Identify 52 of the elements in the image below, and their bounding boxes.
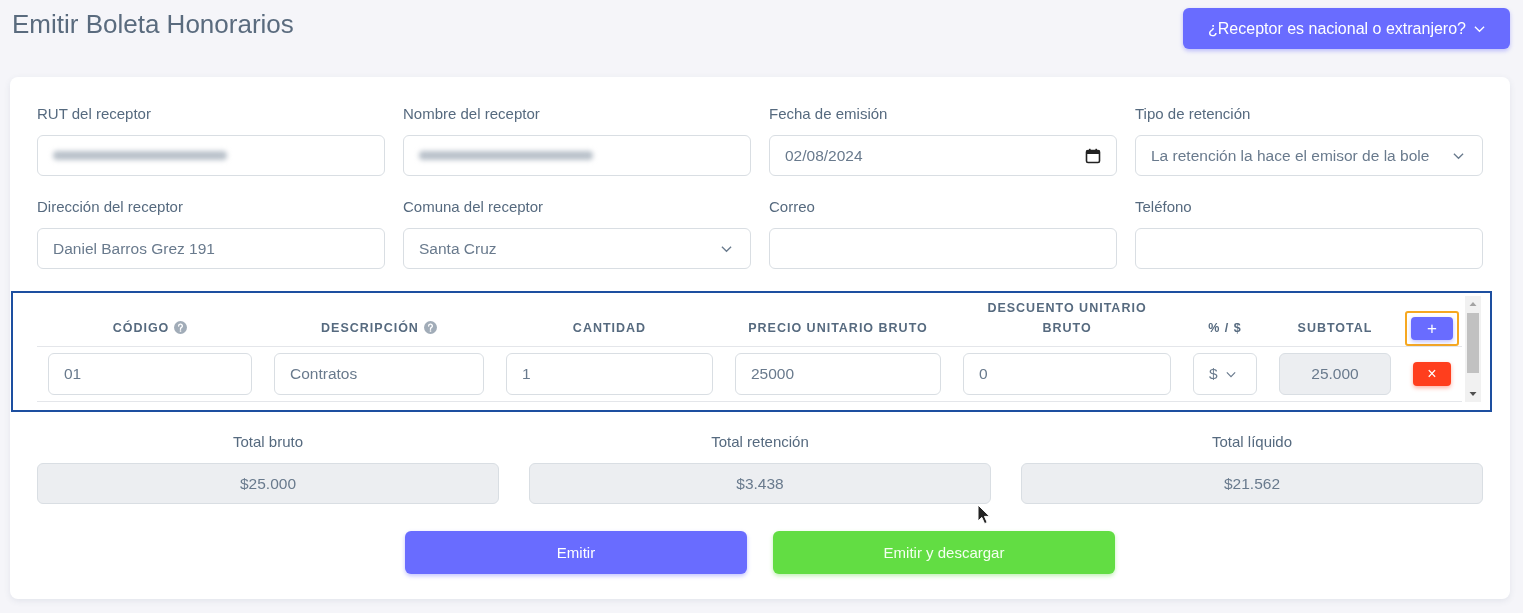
chevron-down-icon — [1473, 24, 1485, 33]
scrollbar[interactable] — [1465, 296, 1481, 402]
select-field[interactable]: Santa Cruz — [403, 228, 751, 269]
total-field: $3.438 — [529, 463, 991, 504]
total-label: Total retención — [711, 432, 809, 452]
input-field[interactable]: 0 — [963, 353, 1171, 395]
mouse-pointer-icon — [977, 504, 991, 525]
chevron-down-icon — [1453, 151, 1464, 160]
field-label: RUT del receptor — [37, 104, 151, 124]
text-field[interactable] — [403, 135, 751, 176]
column-header: CANTIDAD — [572, 321, 647, 335]
chevron-down-icon — [721, 244, 732, 253]
calendar-icon[interactable] — [1085, 147, 1101, 164]
total-label: Total líquido — [1211, 432, 1293, 452]
blurred-text-icon — [53, 151, 227, 160]
receptor-type-dropdown[interactable]: ¿Receptor es nacional o extranjero? — [1183, 8, 1510, 49]
input-field[interactable]: 25000 — [735, 353, 941, 395]
field-label: Correo — [769, 197, 815, 217]
column-header: SUBTOTAL — [1297, 321, 1373, 335]
readonly-field: 25.000 — [1279, 353, 1391, 395]
total-field: $21.562 — [1021, 463, 1483, 504]
select-field[interactable]: $ — [1193, 353, 1257, 395]
add-row-button[interactable]: + — [1411, 317, 1453, 340]
input-field[interactable]: Contratos — [274, 353, 484, 395]
column-header: DESCRIPCIÓN — [321, 321, 437, 335]
delete-row-button[interactable]: × — [1413, 362, 1451, 386]
field-label: Tipo de retención — [1135, 104, 1251, 124]
date-field[interactable]: 02/08/2024 — [769, 135, 1117, 176]
text-field[interactable] — [37, 135, 385, 176]
text-field[interactable]: Daniel Barros Grez 191 — [37, 228, 385, 269]
help-icon[interactable] — [423, 321, 437, 334]
emit-button[interactable]: Emitir — [405, 531, 747, 574]
column-header: CÓDIGO — [112, 321, 188, 335]
field-label: Fecha de emisión — [769, 104, 888, 124]
total-field: $25.000 — [37, 463, 499, 504]
column-header: % / $ — [1208, 321, 1242, 335]
field-label: Teléfono — [1135, 197, 1192, 217]
field-label: Comuna del receptor — [403, 197, 544, 217]
chevron-down-icon — [1225, 370, 1236, 378]
text-field[interactable] — [769, 228, 1117, 269]
blurred-text-icon — [419, 151, 593, 160]
column-header: PRECIO UNITARIO BRUTO — [748, 321, 928, 335]
text-field[interactable] — [1135, 228, 1483, 269]
field-label: Dirección del receptor — [37, 197, 183, 217]
column-header: DESCUENTO UNITARIO BRUTO — [987, 301, 1147, 335]
input-field[interactable]: 1 — [506, 353, 713, 395]
page-title: Emitir Boleta Honorarios — [12, 9, 294, 39]
total-label: Total bruto — [232, 432, 303, 452]
select-field[interactable]: La retención la hace el emisor de la bole — [1135, 135, 1483, 176]
help-icon[interactable] — [174, 321, 188, 334]
field-label: Nombre del receptor — [403, 104, 540, 124]
input-field[interactable]: 01 — [48, 353, 252, 395]
